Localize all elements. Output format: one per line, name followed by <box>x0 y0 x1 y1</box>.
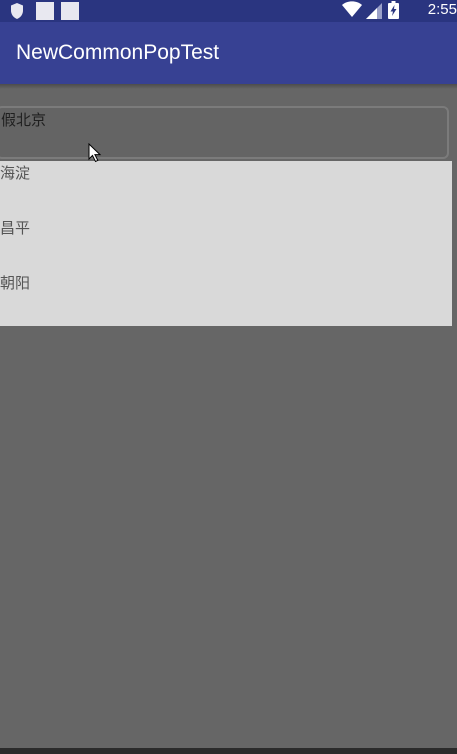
shield-icon <box>11 3 23 19</box>
dropdown-item-changping[interactable]: 昌平 <box>0 216 452 271</box>
app-bar: NewCommonPopTest <box>0 22 457 84</box>
wifi-icon <box>342 1 362 18</box>
mouse-pointer-icon <box>88 143 102 163</box>
notification-square-icon <box>36 2 54 20</box>
dropdown-item-label: 海淀 <box>0 164 31 182</box>
dropdown-item-label: 昌平 <box>0 219 31 237</box>
cell-signal-icon <box>366 3 382 19</box>
navigation-edge <box>0 748 457 754</box>
battery-charging-icon <box>388 1 399 19</box>
spinner-dropdown-list: 海淀 昌平 朝阳 <box>0 161 452 326</box>
dropdown-item-label: 朝阳 <box>0 274 31 292</box>
dropdown-item-haidian[interactable]: 海淀 <box>0 161 452 216</box>
app-bar-shadow <box>0 84 457 89</box>
status-time: 2:55 <box>427 1 457 18</box>
app-title: NewCommonPopTest <box>16 41 220 64</box>
spinner-selected-label: 假北京 <box>1 111 47 129</box>
dropdown-item-chaoyang[interactable]: 朝阳 <box>0 271 452 326</box>
notification-square-icon <box>61 2 79 20</box>
status-bar: 2:55 <box>0 0 457 22</box>
city-spinner[interactable]: 假北京 <box>0 106 449 159</box>
screen: 2:55 NewCommonPopTest 假北京 海淀 昌平 朝阳 <box>0 0 457 754</box>
